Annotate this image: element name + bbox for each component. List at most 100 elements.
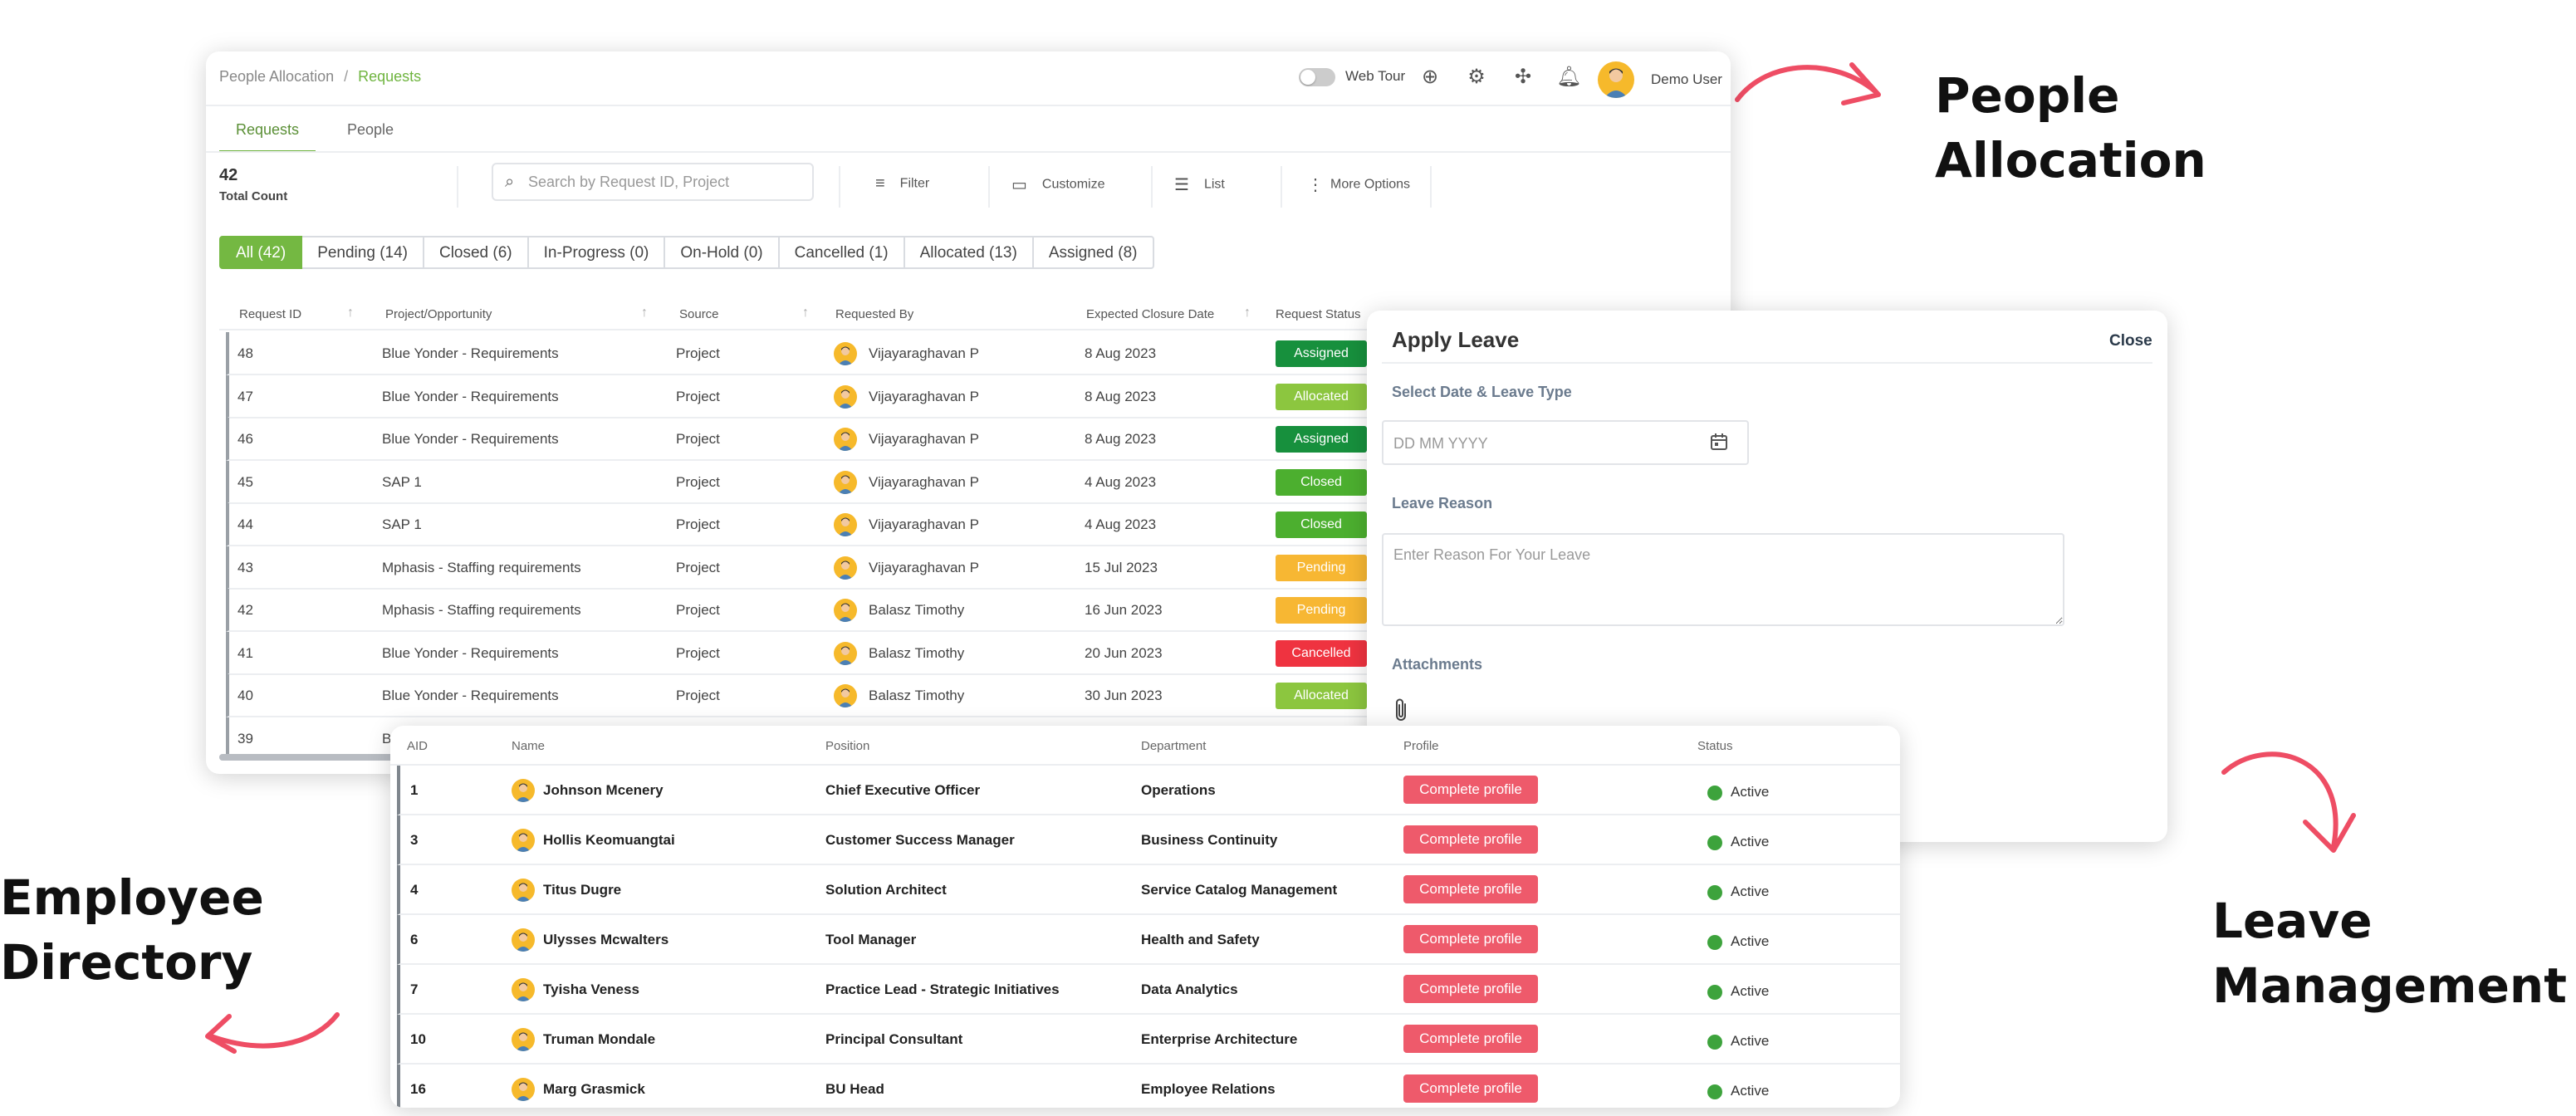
sort-arrow-icon[interactable]: ↑ xyxy=(1244,306,1251,321)
employee-aid: 16 xyxy=(410,1081,426,1098)
employee-status: Active xyxy=(1731,983,1769,1000)
column-name[interactable]: Name xyxy=(512,739,545,753)
table-row[interactable]: 10Truman MondalePrincipal ConsultantEnte… xyxy=(397,1015,1900,1065)
project-name[interactable]: Mphasis - Staffing requirements xyxy=(382,602,581,619)
user-name[interactable]: Demo User xyxy=(1651,71,1722,88)
requested-by: Vijayaraghavan P xyxy=(869,431,979,448)
more-options-button[interactable]: ⋮More Options xyxy=(1307,174,1410,195)
project-name[interactable]: SAP 1 xyxy=(382,516,422,533)
project-name[interactable]: Blue Yonder - Requirements xyxy=(382,389,559,405)
callout-people-allocation: People Allocation xyxy=(1935,63,2206,193)
panel-divider xyxy=(1382,362,2152,364)
sort-arrow-icon[interactable]: ↑ xyxy=(802,306,809,321)
add-icon[interactable]: ⊕ xyxy=(1418,66,1442,89)
attachments-label: Attachments xyxy=(1392,656,1482,673)
column-profile[interactable]: Profile xyxy=(1403,739,1439,753)
employee-name[interactable]: Ulysses Mcwalters xyxy=(543,932,668,948)
complete-profile-button[interactable]: Complete profile xyxy=(1403,776,1538,804)
search-icon: ⌕ xyxy=(505,173,514,192)
close-button[interactable]: Close xyxy=(2109,332,2152,350)
project-name[interactable]: Blue Yonder - Requirements xyxy=(382,645,559,662)
chip-on-hold[interactable]: On-Hold (0) xyxy=(665,236,779,269)
column-request-id[interactable]: Request ID xyxy=(239,307,301,321)
table-row[interactable]: 45SAP 1ProjectVijayaraghavan P4 Aug 2023… xyxy=(226,461,1521,504)
tab-requests[interactable]: Requests xyxy=(219,116,316,153)
search-input[interactable] xyxy=(528,171,802,193)
table-row[interactable]: 3Hollis KeomuangtaiCustomer Success Mana… xyxy=(397,815,1900,865)
chip-allocated[interactable]: Allocated (13) xyxy=(905,236,1034,269)
project-name[interactable]: Blue Yonder - Requirements xyxy=(382,431,559,448)
avatar[interactable] xyxy=(1598,61,1634,98)
employee-position: Practice Lead - Strategic Initiatives xyxy=(825,981,1060,998)
employee-name[interactable]: Tyisha Veness xyxy=(543,981,639,998)
list-button[interactable]: ☰List xyxy=(1174,174,1225,195)
chip-pending[interactable]: Pending (14) xyxy=(302,236,424,269)
bell-icon[interactable]: 🔔︎ xyxy=(1556,66,1579,89)
project-name[interactable]: Mphasis - Staffing requirements xyxy=(382,560,581,576)
column-project[interactable]: Project/Opportunity xyxy=(385,307,492,321)
sort-arrow-icon[interactable]: ↑ xyxy=(347,306,354,321)
arrow-to-leave-management-icon xyxy=(2209,739,2375,864)
filter-button[interactable]: ≡Filter xyxy=(875,174,929,193)
table-row[interactable]: 40Blue Yonder - RequirementsProjectBalas… xyxy=(226,674,1521,717)
tab-people[interactable]: People xyxy=(331,116,410,150)
column-aid[interactable]: AID xyxy=(407,739,428,753)
web-tour-toggle[interactable] xyxy=(1299,68,1335,86)
employee-name[interactable]: Hollis Keomuangtai xyxy=(543,832,675,849)
table-row[interactable]: 4Titus DugreSolution ArchitectService Ca… xyxy=(397,865,1900,915)
table-row[interactable]: 47Blue Yonder - RequirementsProjectVijay… xyxy=(226,375,1521,418)
employee-name[interactable]: Johnson Mcenery xyxy=(543,782,664,799)
project-name[interactable]: Blue Yonder - Requirements xyxy=(382,345,559,362)
date-input[interactable] xyxy=(1393,433,1692,453)
employee-name[interactable]: Marg Grasmick xyxy=(543,1081,645,1098)
complete-profile-button[interactable]: Complete profile xyxy=(1403,1074,1538,1103)
chip-assigned[interactable]: Assigned (8) xyxy=(1034,236,1154,269)
employee-name[interactable]: Titus Dugre xyxy=(543,882,621,898)
status-dot-icon xyxy=(1707,935,1722,950)
table-row[interactable]: 43Mphasis - Staffing requirementsProject… xyxy=(226,546,1521,590)
reason-textarea[interactable] xyxy=(1382,533,2064,626)
table-row[interactable]: 44SAP 1ProjectVijayaraghavan P4 Aug 2023… xyxy=(226,503,1521,546)
column-source[interactable]: Source xyxy=(679,307,719,321)
column-closure-date[interactable]: Expected Closure Date xyxy=(1086,307,1214,321)
project-name[interactable]: Blue Yonder - Requirements xyxy=(382,688,559,704)
request-id: 47 xyxy=(238,389,253,405)
customize-icon: ▭ xyxy=(1011,176,1027,194)
table-row[interactable]: 46Blue Yonder - RequirementsProjectVijay… xyxy=(226,418,1521,461)
table-row[interactable]: 7Tyisha VenessPractice Lead - Strategic … xyxy=(397,965,1900,1015)
table-row[interactable]: 41Blue Yonder - RequirementsProjectBalas… xyxy=(226,632,1521,675)
column-request-status[interactable]: Request Status xyxy=(1276,307,1361,321)
table-row[interactable]: 6Ulysses McwaltersTool ManagerHealth and… xyxy=(397,915,1900,965)
complete-profile-button[interactable]: Complete profile xyxy=(1403,975,1538,1003)
breadcrumb-root[interactable]: People Allocation xyxy=(219,68,334,85)
employee-position: Tool Manager xyxy=(825,932,916,948)
breadcrumb-separator: / xyxy=(344,68,348,85)
employee-aid: 1 xyxy=(410,782,418,799)
toolbar-divider xyxy=(457,166,458,208)
chip-cancelled[interactable]: Cancelled (1) xyxy=(780,236,905,269)
complete-profile-button[interactable]: Complete profile xyxy=(1403,875,1538,903)
sort-arrow-icon[interactable]: ↑ xyxy=(641,306,648,321)
table-row[interactable]: 1Johnson MceneryChief Executive OfficerO… xyxy=(397,766,1900,815)
column-requested-by[interactable]: Requested By xyxy=(835,307,913,321)
chip-in-progress[interactable]: In-Progress (0) xyxy=(529,236,666,269)
customize-button[interactable]: ▭Customize xyxy=(1011,174,1104,195)
gear-icon[interactable]: ⚙ xyxy=(1465,66,1488,89)
total-count-label: Total Count xyxy=(219,189,287,203)
table-row[interactable]: 48Blue Yonder - RequirementsProjectVijay… xyxy=(226,332,1521,375)
column-position[interactable]: Position xyxy=(825,739,869,753)
complete-profile-button[interactable]: Complete profile xyxy=(1403,1025,1538,1053)
calendar-icon[interactable] xyxy=(1709,432,1729,453)
project-name[interactable]: SAP 1 xyxy=(382,474,422,491)
column-department[interactable]: Department xyxy=(1141,739,1206,753)
hub-icon[interactable]: ✣ xyxy=(1511,66,1535,89)
table-row[interactable]: 16Marg GrasmickBU HeadEmployee Relations… xyxy=(397,1065,1900,1108)
table-row[interactable]: 42Mphasis - Staffing requirementsProject… xyxy=(226,589,1521,632)
complete-profile-button[interactable]: Complete profile xyxy=(1403,925,1538,953)
chip-closed[interactable]: Closed (6) xyxy=(424,236,529,269)
column-status[interactable]: Status xyxy=(1697,739,1733,753)
date-label: Select Date & Leave Type xyxy=(1392,384,1572,401)
chip-all[interactable]: All (42) xyxy=(219,236,302,269)
employee-name[interactable]: Truman Mondale xyxy=(543,1031,655,1048)
complete-profile-button[interactable]: Complete profile xyxy=(1403,825,1538,854)
